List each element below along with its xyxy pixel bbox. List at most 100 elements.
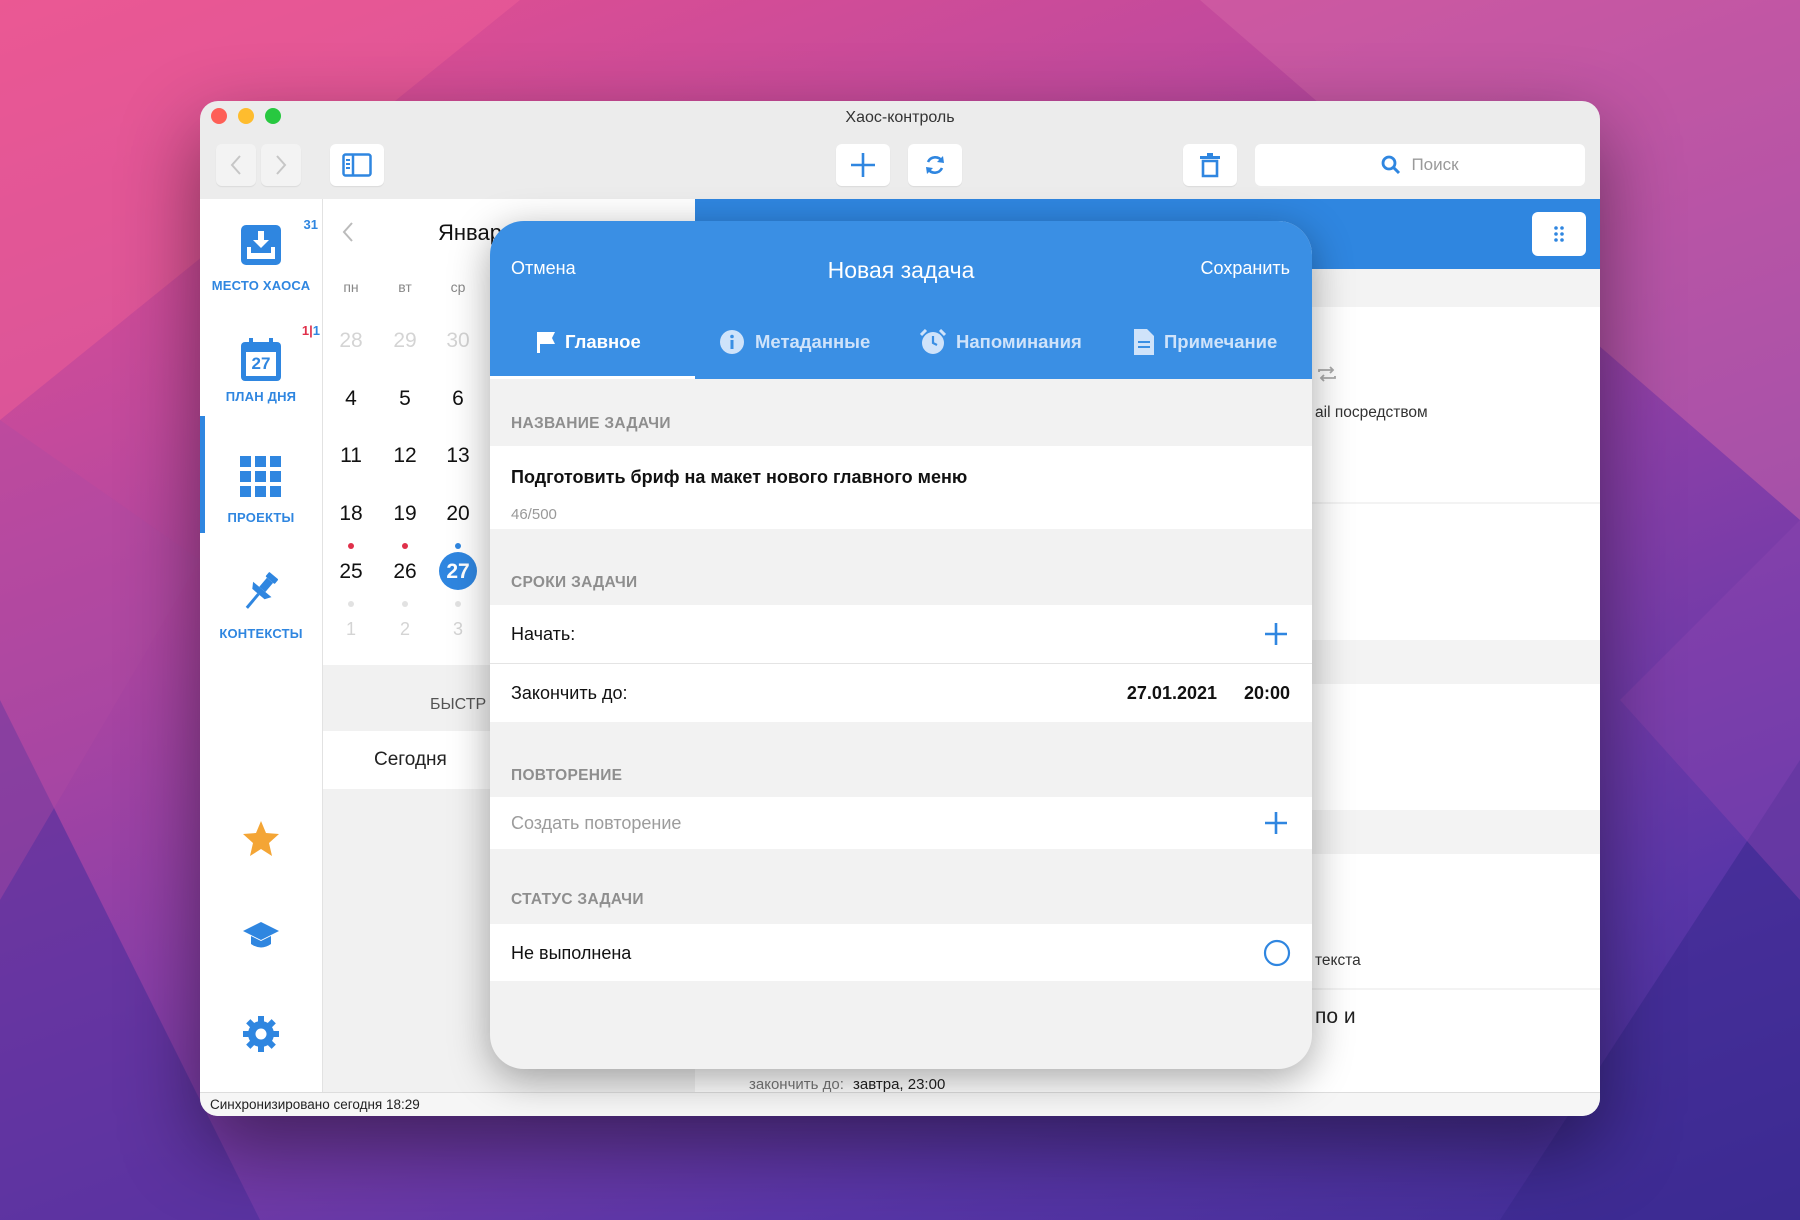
calendar-day[interactable]: 27 [431, 560, 485, 584]
delete-button[interactable] [1183, 144, 1237, 186]
sidebar-item-contexts[interactable]: КОНТЕКСТЫ [200, 559, 322, 649]
search-icon [1382, 155, 1401, 175]
calendar-day[interactable]: 18 [324, 502, 378, 526]
calendar-day[interactable]: 11 [324, 444, 378, 468]
section-title-repeat: ПОВТОРЕНИЕ [511, 767, 623, 784]
forward-button[interactable] [261, 144, 301, 186]
tab-label: Примечание [1164, 331, 1278, 352]
tab-label: Метаданные [755, 331, 871, 352]
drag-dots-icon [1554, 226, 1564, 242]
plus-icon[interactable] [1264, 811, 1288, 835]
sync-button[interactable] [908, 144, 962, 186]
sidebar-icon [342, 153, 372, 177]
info-icon [720, 330, 744, 354]
quick-select-label: БЫСТР [430, 696, 487, 713]
calendar-day[interactable]: 12 [378, 444, 432, 468]
plus-icon[interactable] [1264, 622, 1288, 646]
start-label: Начать: [511, 624, 576, 644]
repeat-icon [1318, 366, 1336, 382]
event-dot [402, 543, 408, 549]
new-task-dialog: Отмена Новая задача Сохранить Главное Ме… [490, 221, 1312, 1069]
favorites-button[interactable] [200, 819, 322, 869]
calendar-day[interactable]: 26 [378, 560, 432, 584]
alarm-clock-icon [920, 329, 946, 354]
task-name-field[interactable]: Подготовить бриф на макет нового главног… [490, 446, 1312, 529]
toggle-sidebar-button[interactable] [330, 144, 384, 186]
due-time-value[interactable]: 20:00 [1244, 683, 1290, 704]
event-dot [455, 601, 461, 607]
chevron-left-icon [230, 155, 241, 175]
chevron-left-icon[interactable] [341, 221, 355, 243]
tab-note[interactable]: Примечание [1134, 327, 1277, 357]
task-name-value: Подготовить бриф на макет нового главног… [511, 467, 968, 487]
calendar-day[interactable]: 3 [431, 619, 485, 640]
weekday-label: вт [398, 279, 412, 295]
search-placeholder: Поиск [1411, 155, 1459, 174]
tab-label: Напоминания [956, 331, 1082, 352]
event-dot [348, 601, 354, 607]
save-button[interactable]: Сохранить [1201, 258, 1290, 279]
calendar-day[interactable]: 30 [431, 329, 485, 353]
event-dot [348, 543, 354, 549]
pin-icon [245, 572, 279, 609]
add-task-button[interactable] [836, 144, 890, 186]
section-title-dates: СРОКИ ЗАДАЧИ [511, 574, 638, 591]
star-icon [243, 821, 279, 856]
calendar-day[interactable]: 19 [378, 502, 432, 526]
today-label: Сегодня [374, 749, 447, 770]
calendar-day[interactable]: 13 [431, 444, 485, 468]
tab-label: Главное [565, 331, 641, 352]
weekday-label: пн [343, 279, 359, 295]
calendar-icon-day: 27 [251, 354, 271, 373]
sidebar-item-chaos-inbox[interactable]: 31 МЕСТО ХАОСА [200, 213, 322, 303]
start-date-row[interactable]: Начать: [490, 605, 1312, 664]
document-icon [1134, 329, 1154, 355]
create-repeat-row[interactable]: Создать повторение [490, 797, 1312, 849]
title-bar: Хаос-контроль [200, 101, 1600, 133]
calendar-day[interactable]: 1 [324, 619, 378, 640]
back-button[interactable] [216, 144, 256, 186]
task-snippet: по и [1315, 1005, 1356, 1028]
task-due-value: завтра, 23:00 [853, 1076, 946, 1093]
char-counter: 46/500 [511, 506, 557, 523]
calendar-day[interactable]: 2 [378, 619, 432, 640]
due-date-value[interactable]: 27.01.2021 [1127, 683, 1217, 704]
gear-icon [243, 1016, 279, 1052]
window-title: Хаос-контроль [845, 109, 955, 126]
event-dot [455, 543, 461, 549]
sidebar-item-label: ПЛАН ДНЯ [225, 389, 297, 404]
due-label: Закончить до: [511, 683, 628, 703]
calendar-icon: 27 [239, 337, 283, 383]
tab-main[interactable]: Главное [537, 327, 641, 357]
plus-icon [851, 153, 875, 177]
tutorial-button[interactable] [200, 916, 322, 966]
status-value: Не выполнена [511, 943, 632, 963]
event-dot [402, 601, 408, 607]
calendar-day[interactable]: 25 [324, 560, 378, 584]
chevron-right-icon [276, 155, 287, 175]
tab-metadata[interactable]: Метаданные [719, 327, 870, 357]
due-date-row[interactable]: Закончить до: 27.01.2021 20:00 [490, 664, 1312, 722]
sidebar-item-label: ПРОЕКТЫ [227, 510, 295, 525]
graduation-cap-icon [243, 922, 279, 948]
section-title-task-name: НАЗВАНИЕ ЗАДАЧИ [511, 415, 671, 432]
inbox-icon [241, 225, 281, 265]
calendar-day[interactable]: 5 [378, 387, 432, 411]
sidebar: 31 МЕСТО ХАОСА 1|1 27 ПЛАН ДНЯ ПРОЕКТЫ К… [200, 199, 323, 1093]
repeat-placeholder: Создать повторение [511, 813, 682, 833]
view-options-button[interactable] [1532, 212, 1586, 256]
calendar-day[interactable]: 20 [431, 502, 485, 526]
search-input[interactable]: Поиск [1255, 144, 1585, 186]
calendar-day[interactable]: 28 [324, 329, 378, 353]
tab-reminders[interactable]: Напоминания [920, 327, 1082, 357]
calendar-day[interactable]: 4 [324, 387, 378, 411]
sidebar-item-day-plan[interactable]: 1|1 27 ПЛАН ДНЯ [200, 319, 322, 419]
calendar-day[interactable]: 6 [431, 387, 485, 411]
settings-button[interactable] [200, 1014, 322, 1064]
sidebar-item-projects[interactable]: ПРОЕКТЫ [200, 445, 322, 535]
weekday-label: ср [450, 279, 466, 295]
calendar-day[interactable]: 29 [378, 329, 432, 353]
status-circle-icon[interactable] [1263, 939, 1291, 967]
active-tab-indicator [490, 376, 695, 379]
task-status-row[interactable]: Не выполнена [490, 924, 1312, 981]
